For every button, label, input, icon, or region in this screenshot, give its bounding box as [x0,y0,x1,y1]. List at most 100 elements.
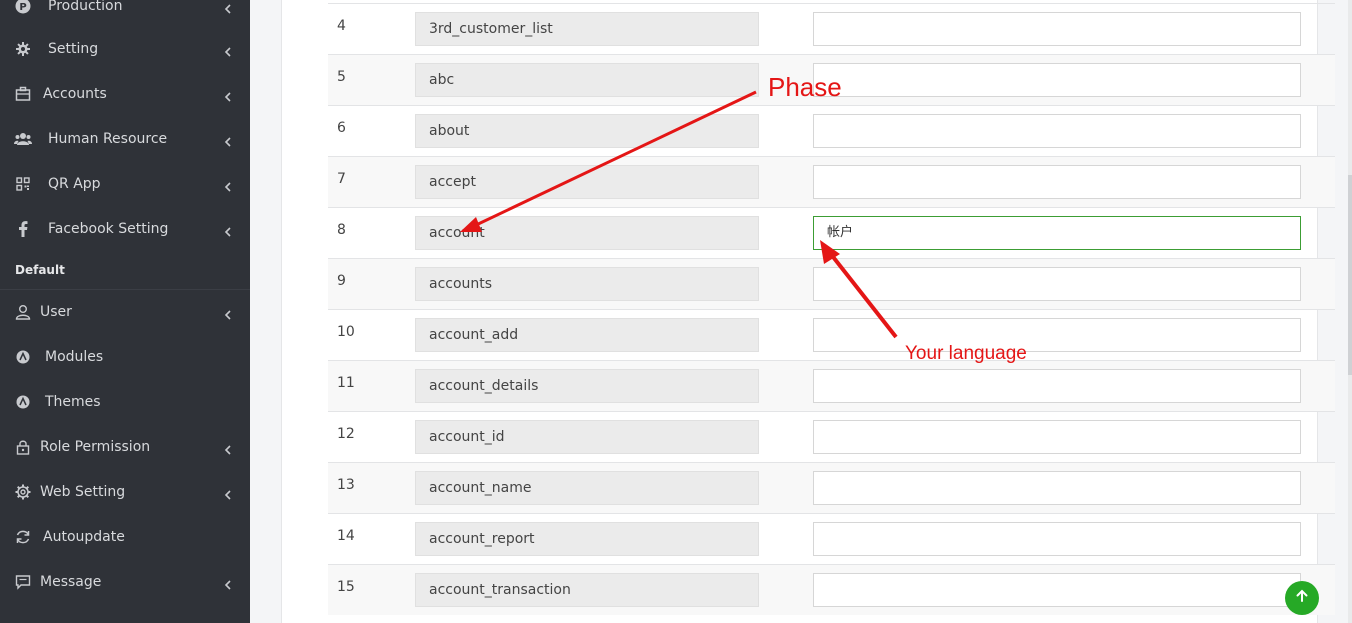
p-circle-icon: P [14,0,32,15]
phrase-field: accept [415,165,759,199]
sidebar-item-label: Human Resource [48,131,168,147]
sidebar-section-label: Default [15,263,65,277]
briefcase-icon [14,85,32,103]
sidebar-item-themes[interactable]: Themes [0,380,250,424]
row-number: 6 [337,120,346,136]
phrase-field: account_transaction [415,573,759,607]
sidebar-item-qr-app[interactable]: QR App [0,162,250,206]
sidebar-item-label: QR App [48,176,101,192]
sidebar-item-facebook-setting[interactable]: Facebook Setting [0,207,250,251]
row-number: 11 [337,375,355,391]
phrase-field: account_id [415,420,759,454]
user-icon [14,303,32,321]
translation-input[interactable] [813,267,1301,301]
sidebar-item-setting[interactable]: Setting [0,27,250,71]
sidebar-item-label: Message [40,574,102,590]
sidebar-item-label: Production [48,0,123,14]
scroll-to-top-button[interactable] [1285,581,1319,615]
refresh-icon [14,528,32,546]
translation-input[interactable] [813,12,1301,46]
sidebar-item-label: Themes [45,394,101,410]
sidebar-item-modules[interactable]: Modules [0,335,250,379]
sidebar-item-autoupdate[interactable]: Autoupdate [0,515,250,559]
sidebar-item-label: Modules [45,349,104,365]
table-row: 11 account_details [328,360,1335,411]
translation-input[interactable] [813,420,1301,454]
users-icon [14,130,32,148]
arrow-up-icon [1294,588,1310,608]
translation-input[interactable] [813,573,1301,607]
table-row: 7 accept [328,156,1335,207]
row-number: 4 [337,18,346,34]
row-number: 10 [337,324,355,340]
translation-input[interactable]: 帐户 [813,216,1301,250]
row-number: 15 [337,579,355,595]
lock-icon [14,438,32,456]
sidebar-item-label: Autoupdate [43,529,125,545]
table-row: 14 account_report [328,513,1335,564]
translation-input[interactable] [813,471,1301,505]
phrase-field: account [415,216,759,250]
sidebar-item-user[interactable]: User [0,290,250,334]
row-number: 13 [337,477,355,493]
sidebar-item-message[interactable]: Message [0,560,250,604]
gear-icon [14,40,32,58]
sidebar-item-production[interactable]: P Production [0,0,250,28]
sidebar-item-label: Web Setting [40,484,126,500]
chevron-left-icon [222,133,234,147]
table-row: 15 account_transaction [328,564,1335,615]
message-icon [14,573,32,591]
translation-input[interactable] [813,165,1301,199]
row-number: 12 [337,426,355,442]
table-row: 12 account_id [328,411,1335,462]
page-scrollbar[interactable] [1348,0,1352,623]
sidebar-item-label: Role Permission [40,439,151,455]
phrase-field: 3rd_customer_list [415,12,759,46]
phrase-field: account_name [415,471,759,505]
chevron-left-icon [222,223,234,237]
table-row: 9 accounts [328,258,1335,309]
row-number: 9 [337,273,346,289]
chevron-left-icon [222,43,234,57]
circle-logo-icon [14,348,32,366]
chevron-left-icon [222,0,234,14]
phrase-field: account_details [415,369,759,403]
translation-input[interactable] [813,318,1301,352]
sidebar-item-label: Setting [48,41,99,57]
phrase-field: about [415,114,759,148]
phrase-field: accounts [415,267,759,301]
translation-input[interactable] [813,369,1301,403]
table-row: 6 about [328,105,1335,156]
facebook-icon [14,220,32,238]
translation-input[interactable] [813,522,1301,556]
circle-logo-icon [14,393,32,411]
row-number: 8 [337,222,346,238]
row-number: 14 [337,528,355,544]
annotation-language-label: Your language [905,343,1027,364]
scrollbar-thumb[interactable] [1348,175,1352,375]
table-row: 13 account_name [328,462,1335,513]
row-number: 7 [337,171,346,187]
sidebar-item-label: Facebook Setting [48,221,169,237]
phrase-field: account_add [415,318,759,352]
phrase-field: account_report [415,522,759,556]
sidebar-item-accounts[interactable]: Accounts [0,72,250,116]
translation-input[interactable] [813,63,1301,97]
table-row: 8 account 帐户 [328,207,1335,258]
sidebar-item-human-resource[interactable]: Human Resource [0,117,250,161]
sidebar-item-label: User [40,304,72,320]
chevron-left-icon [222,441,234,455]
sidebar: P Production Setting Accounts Human Reso… [0,0,250,623]
sidebar-item-label: Accounts [43,86,107,102]
chevron-left-icon [222,576,234,590]
sidebar-item-web-setting[interactable]: Web Setting [0,470,250,514]
cog-icon [14,483,32,501]
annotation-phase-label: Phase [768,72,842,102]
chevron-left-icon [222,486,234,500]
phrase-field: abc [415,63,759,97]
chevron-left-icon [222,88,234,102]
row-number: 5 [337,69,346,85]
qr-code-icon [14,175,32,193]
translation-input[interactable] [813,114,1301,148]
sidebar-item-role-permission[interactable]: Role Permission [0,425,250,469]
